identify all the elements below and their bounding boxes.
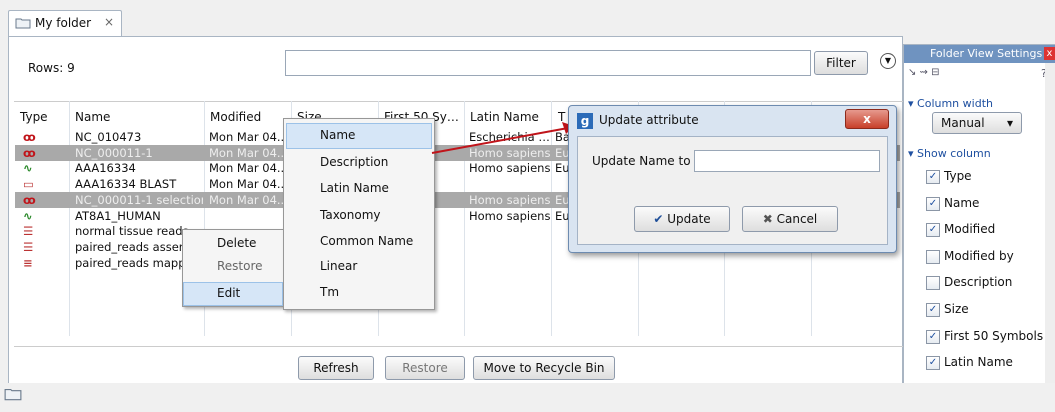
- scrollbar[interactable]: [1045, 63, 1055, 395]
- option-label: First 50 Symbols: [944, 328, 1044, 343]
- mapping-icon: ≡: [23, 255, 33, 270]
- show-column-section[interactable]: ▾ Show column: [908, 147, 991, 160]
- panel-title: Folder View Settings: [930, 47, 1043, 60]
- update-name-input[interactable]: [694, 150, 880, 172]
- tab-title: My folder: [35, 16, 92, 30]
- folder-view-settings-panel: Folder View Settings x ↘ ⇝ ⊟ ? ▾ Column …: [903, 44, 1055, 397]
- submenu-item-name[interactable]: Name: [320, 128, 355, 142]
- menu-item-delete[interactable]: Delete: [217, 236, 256, 250]
- close-icon[interactable]: x: [845, 109, 889, 129]
- refresh-button[interactable]: Refresh: [298, 356, 374, 380]
- table-row[interactable]: ≡ paired_reads mappi: [15, 255, 900, 271]
- sequence-red-icon: ꝏ: [23, 192, 36, 207]
- option-label: Description: [944, 275, 1013, 290]
- update-button[interactable]: ✔ Update: [634, 206, 730, 232]
- column-header-type[interactable]: Type: [20, 104, 48, 130]
- update-attribute-dialog: g Update attribute x Update Name to ✔ Up…: [568, 105, 897, 253]
- cross-icon: ✖: [762, 212, 773, 226]
- folder-icon: [4, 388, 22, 401]
- arrow-icon: [431, 122, 574, 154]
- cancel-button[interactable]: ✖ Cancel: [742, 206, 838, 232]
- submenu-item-tm[interactable]: Tm: [320, 285, 339, 299]
- option-label: Latin Name: [944, 355, 1013, 370]
- cell-latin: Homo sapiens: [469, 192, 551, 207]
- rows-count: Rows: 9: [28, 61, 75, 75]
- option-label: Type: [944, 169, 972, 183]
- checkbox-unchecked[interactable]: [926, 276, 940, 291]
- column-header-modified[interactable]: Modified: [210, 104, 261, 130]
- cell-modified: Mon Mar 04..: [209, 161, 285, 176]
- cell-modified: Mon Mar 04..: [209, 145, 285, 160]
- submenu-item-latin-name[interactable]: Latin Name: [320, 181, 389, 195]
- checkbox-unchecked[interactable]: [926, 249, 940, 264]
- column-header-name[interactable]: Name: [75, 104, 110, 130]
- cell-latin: Homo sapiens: [469, 208, 551, 223]
- check-icon: ✔: [653, 212, 664, 226]
- chevron-down-icon[interactable]: ▼: [880, 53, 896, 69]
- checkbox-checked[interactable]: ✓: [926, 303, 940, 317]
- sequence-red-icon: ꝏ: [23, 145, 36, 160]
- dialog-title: Update attribute: [599, 113, 699, 127]
- option-label: Name: [944, 195, 980, 210]
- close-icon[interactable]: ×: [104, 15, 114, 29]
- protein-green-icon: ∿: [23, 208, 33, 223]
- app-logo-icon: g: [577, 113, 593, 129]
- cell-name: AAA16334: [75, 161, 136, 176]
- submenu-item-common-name[interactable]: Common Name: [320, 234, 413, 248]
- cell-name: NC_000011-1 selection: [75, 192, 203, 207]
- context-menu: Delete Restore Edit: [182, 229, 284, 307]
- column-width-select[interactable]: Manual ▾: [932, 112, 1022, 134]
- cell-name: NC_000011-1: [75, 145, 153, 160]
- checkbox-checked[interactable]: ✓: [926, 223, 940, 238]
- folder-icon: [15, 18, 31, 29]
- status-bar: [0, 383, 1055, 412]
- sequence-red-icon: ꝏ: [23, 130, 36, 144]
- cell-modified: Mon Mar 04..: [209, 130, 285, 144]
- checkbox-checked[interactable]: ✓: [926, 356, 940, 371]
- option-label: Modified by: [944, 248, 1014, 263]
- submenu-item-linear[interactable]: Linear: [320, 259, 357, 273]
- update-field-label: Update Name to: [592, 154, 691, 168]
- submenu-item-taxonomy[interactable]: Taxonomy: [320, 208, 381, 222]
- menu-item-edit[interactable]: Edit: [217, 286, 240, 300]
- checkbox-checked[interactable]: ✓: [926, 329, 940, 344]
- close-icon[interactable]: x: [1044, 47, 1055, 60]
- settings-tools-icon[interactable]: ↘ ⇝ ⊟: [908, 67, 940, 78]
- cell-modified: Mon Mar 04..: [209, 177, 285, 192]
- restore-button[interactable]: Restore: [385, 356, 465, 380]
- filter-button[interactable]: Filter: [814, 51, 868, 75]
- move-to-recycle-bin-button[interactable]: Move to Recycle Bin: [473, 356, 615, 380]
- cell-name: NC_010473: [75, 130, 142, 144]
- checkbox-checked[interactable]: ✓: [926, 196, 940, 211]
- option-label: Modified: [944, 222, 996, 237]
- column-width-section[interactable]: ▾ Column width: [908, 97, 993, 110]
- filter-input[interactable]: [285, 50, 811, 76]
- reads-list-icon: ☰: [23, 239, 34, 254]
- cell-latin: Homo sapiens: [469, 161, 551, 176]
- submenu-item-description[interactable]: Description: [320, 155, 388, 169]
- reads-list-icon: ☰: [23, 224, 34, 239]
- cell-name: AAA16334 BLAST: [75, 177, 177, 192]
- cell-modified: Mon Mar 04..: [209, 192, 285, 207]
- menu-item-restore[interactable]: Restore: [217, 259, 263, 273]
- protein-green-icon: ∿: [23, 161, 33, 176]
- blast-icon: ▭: [23, 177, 34, 192]
- checkbox-checked[interactable]: ✓: [926, 170, 940, 184]
- cell-name: AT8A1_HUMAN: [75, 208, 161, 223]
- tab-my-folder[interactable]: My folder ×: [8, 10, 122, 37]
- option-label: Size: [944, 302, 969, 316]
- edit-submenu: Name Description Latin Name Taxonomy Com…: [283, 118, 435, 310]
